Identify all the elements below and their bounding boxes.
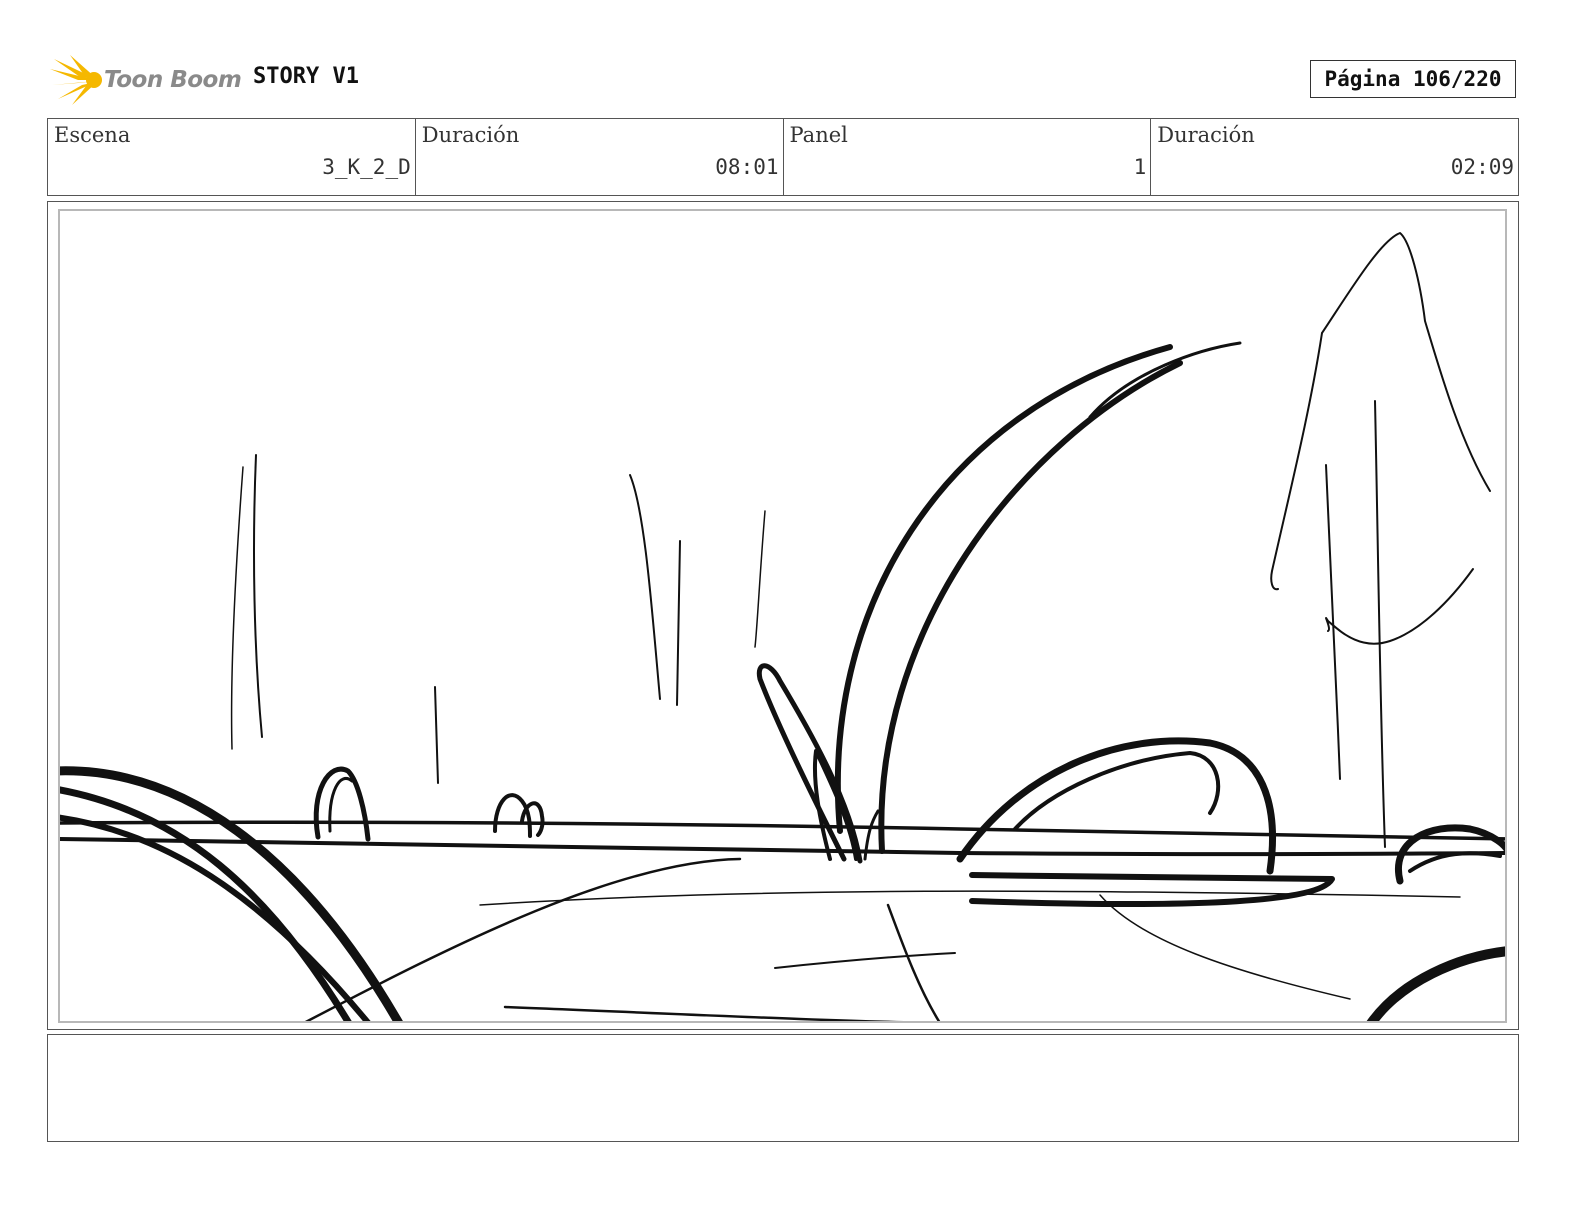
panel-value: 1	[1133, 155, 1147, 179]
scene-label: Escena	[54, 123, 131, 147]
scene-cell: Escena 3_K_2_D	[48, 119, 416, 195]
storyboard-panel	[47, 201, 1519, 1030]
logo-burst-icon	[50, 55, 102, 105]
panel-duration-value: 02:09	[1450, 155, 1514, 179]
panel-cell: Panel 1	[784, 119, 1152, 195]
info-row: Escena 3_K_2_D Duración 08:01 Panel 1 Du…	[47, 118, 1519, 196]
scene-value: 3_K_2_D	[322, 155, 411, 179]
logo-text: Toon Boom	[104, 67, 242, 93]
project-title: STORY V1	[253, 64, 359, 89]
panel-duration-cell: Duración 02:09	[1151, 119, 1518, 195]
panel-label: Panel	[789, 123, 848, 147]
scene-duration-cell: Duración 08:01	[416, 119, 784, 195]
panel-duration-label: Duración	[1157, 123, 1255, 147]
page-indicator: Página 106/220	[1310, 60, 1516, 98]
scene-duration-label: Duración	[421, 123, 520, 147]
sketch-drawing	[60, 232, 1505, 1021]
toon-boom-logo: Toon Boom	[50, 55, 242, 107]
panel-notes	[47, 1034, 1519, 1142]
scene-duration-value: 08:01	[715, 155, 779, 179]
panel-safe-area	[58, 209, 1507, 1023]
